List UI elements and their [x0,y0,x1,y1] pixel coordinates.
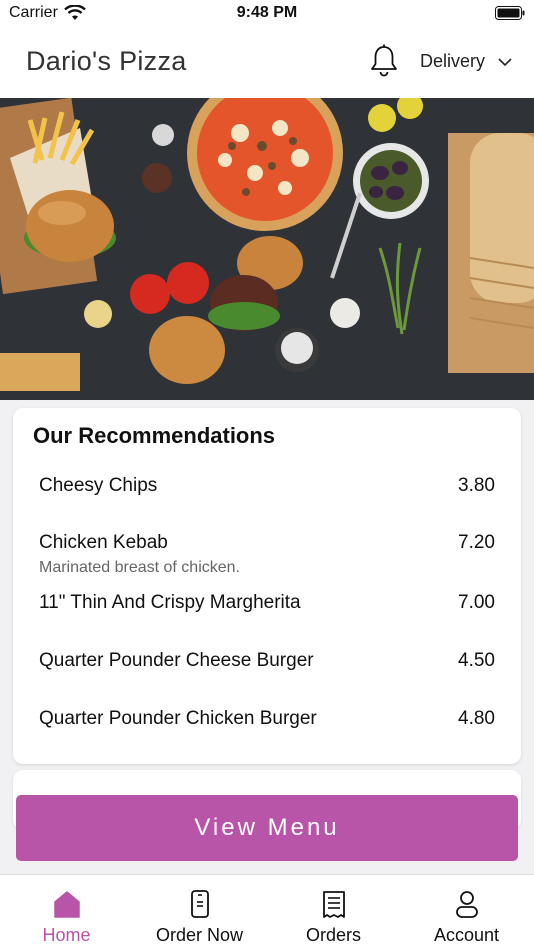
clock: 9:48 PM [236,4,298,21]
item-price: 4.80 [458,708,495,729]
food-banner-image [0,98,534,400]
home-icon [54,891,80,918]
item-description: Marinated breast of chicken. [39,559,240,576]
tab-home[interactable]: Home [0,875,133,950]
recommendations-title: Our Recommendations [33,423,276,448]
tab-order-now-label: Order Now [155,925,244,945]
item-name: Chicken Kebab [39,532,168,553]
delivery-mode-select[interactable]: Delivery [420,51,485,72]
chevron-down-icon[interactable] [497,55,513,69]
tab-orders[interactable]: Orders [267,875,400,950]
bell-icon[interactable] [369,44,399,78]
restaurant-title: Dario's Pizza [26,46,187,76]
tab-account[interactable]: Account [400,875,533,950]
battery-icon [495,6,525,20]
item-name: Cheesy Chips [39,475,158,496]
item-price: 7.20 [458,532,495,553]
view-menu-button[interactable]: View Menu [16,795,518,861]
item-name: Quarter Pounder Chicken Burger [39,708,317,729]
item-name: 11" Thin And Crispy Margherita [39,592,301,613]
item-name: Quarter Pounder Cheese Burger [39,650,314,671]
status-bar: Carrier 9:48 PM [0,0,534,26]
receipt-icon [323,891,345,918]
tab-account-label: Account [433,925,500,945]
recommendations-card: Our Recommendations Cheesy Chips 3.80 Ch… [13,408,521,764]
item-price: 3.80 [458,475,495,496]
item-price: 7.00 [458,592,495,613]
tab-bar: Home Order Now Orders Account [0,874,534,950]
person-icon [456,891,478,918]
tab-home-label: Home [42,925,91,945]
app-header: Dario's Pizza Delivery [0,26,534,98]
tab-order-now[interactable]: Order Now [133,875,266,950]
tab-orders-label: Orders [305,925,361,945]
phone-icon [191,890,209,918]
item-price: 4.50 [458,650,495,671]
